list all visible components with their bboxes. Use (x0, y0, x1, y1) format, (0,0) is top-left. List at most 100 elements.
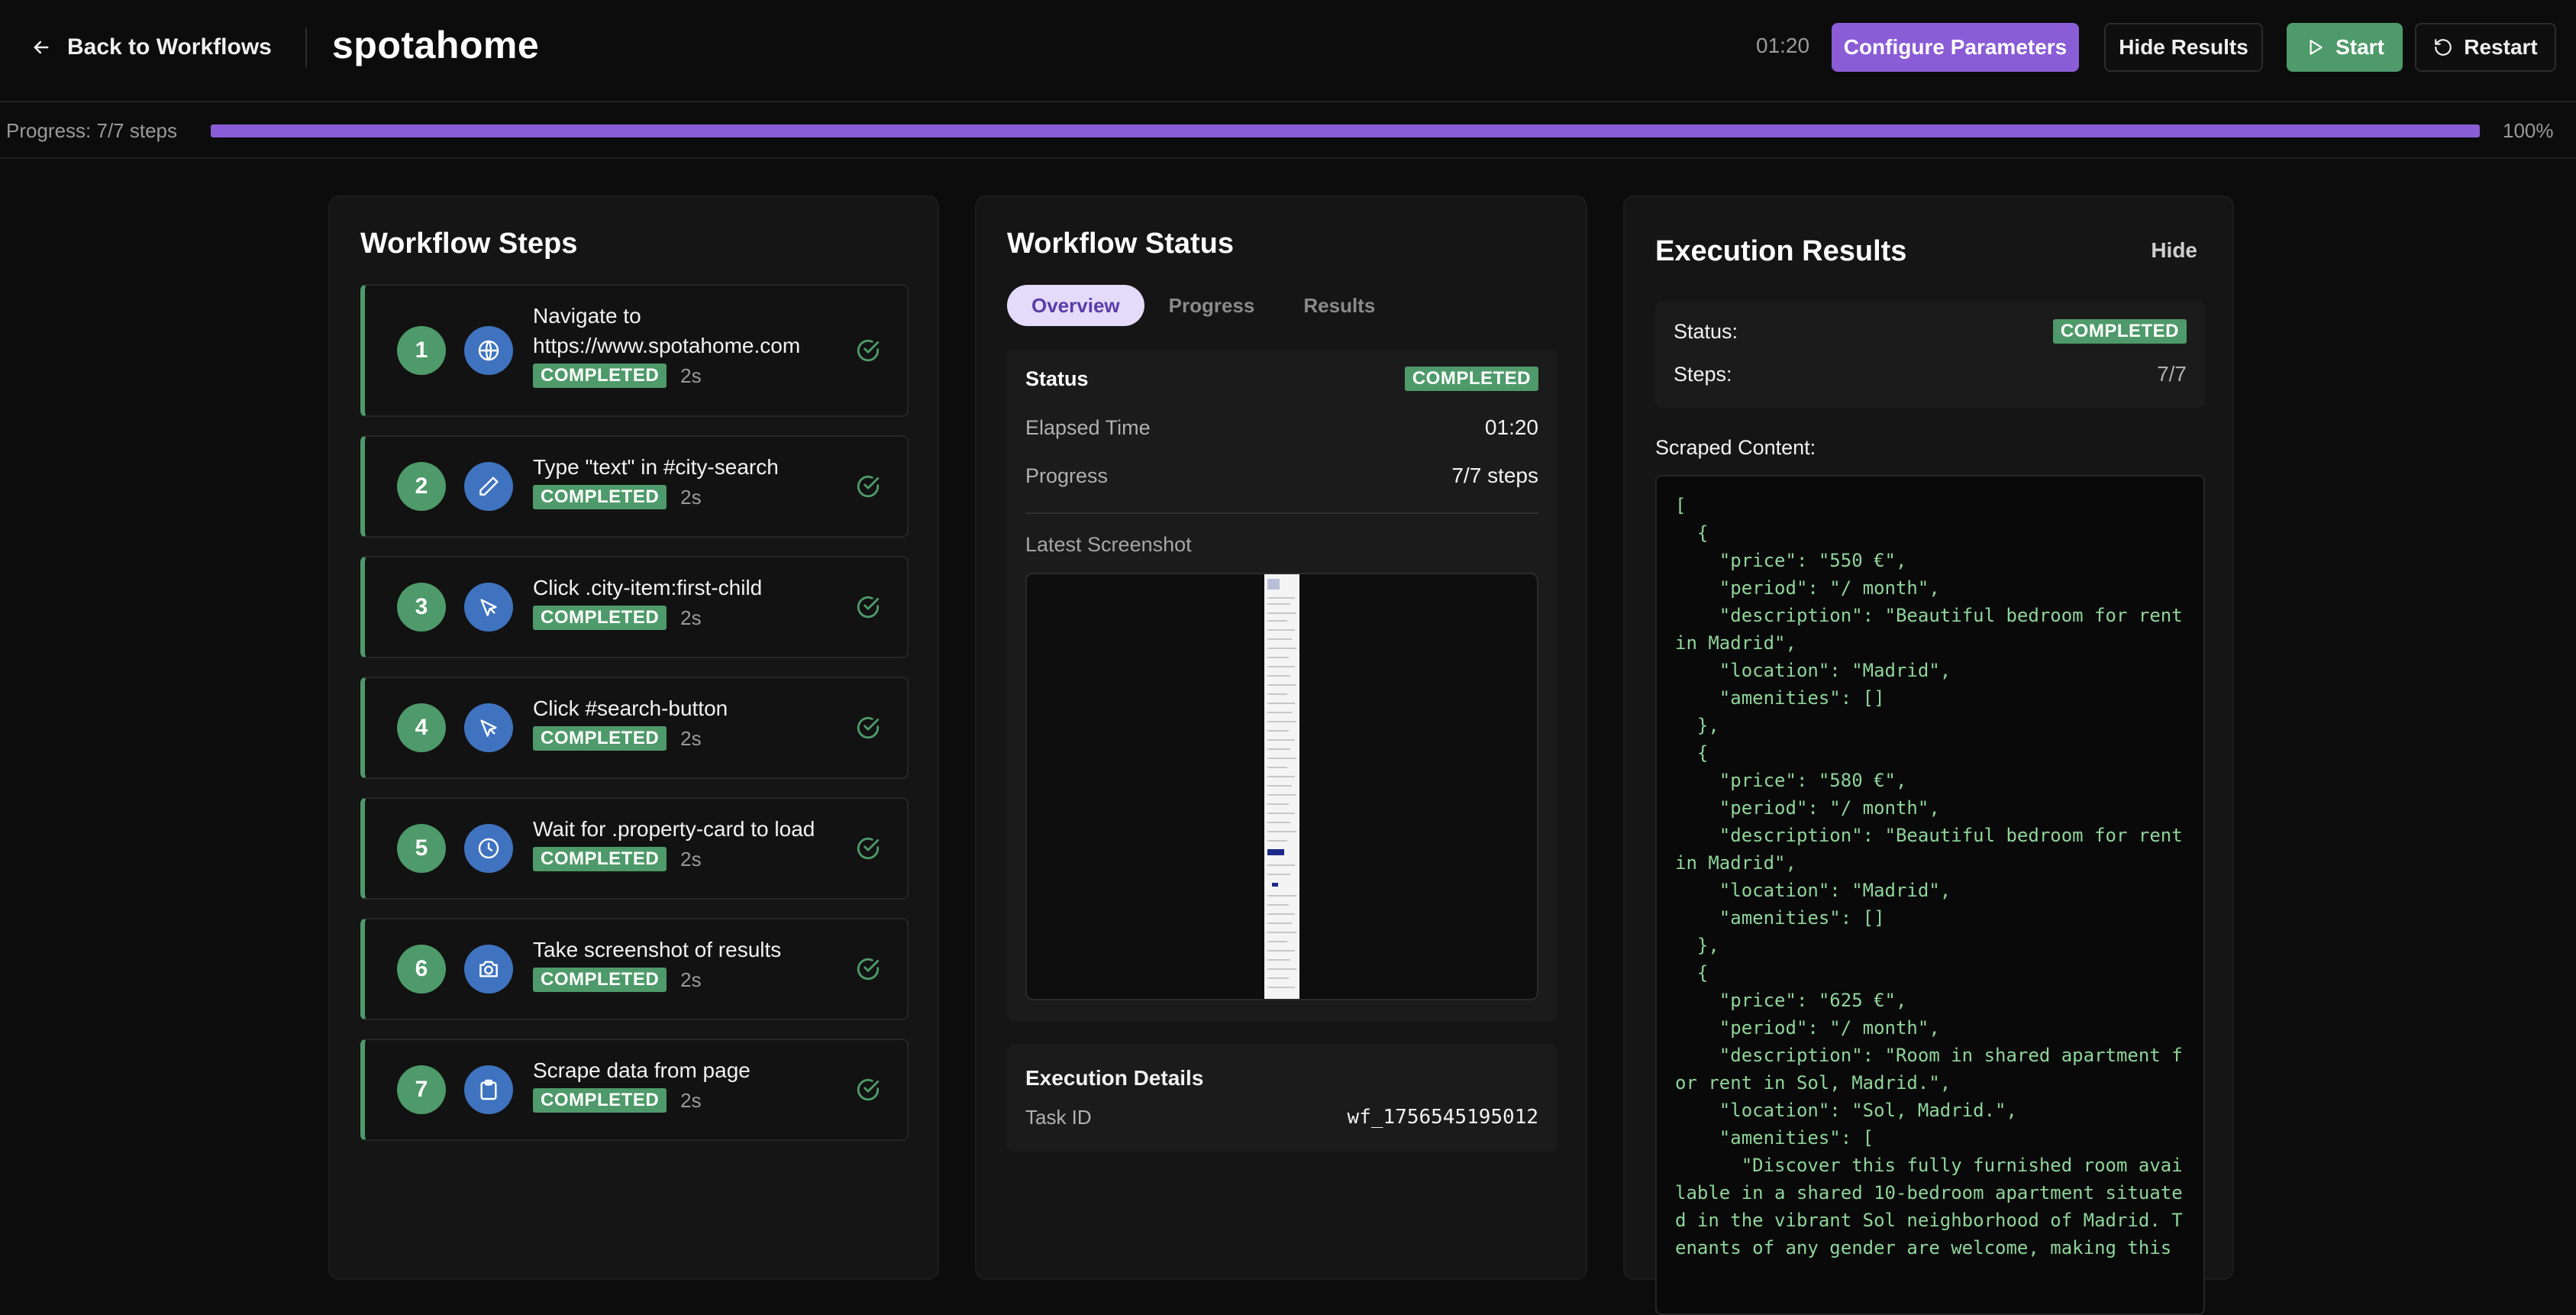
tab-results[interactable]: Results (1279, 285, 1399, 326)
step-duration: 2s (680, 726, 702, 750)
results-steps-label: Steps: (1674, 362, 1732, 386)
step-duration: 2s (680, 606, 702, 629)
step-meta: COMPLETED 2s (533, 726, 838, 751)
cursor-icon (464, 703, 513, 752)
results-steps-value: 7/7 (2157, 362, 2187, 386)
step-number: 1 (397, 326, 446, 375)
results-status-row: Status: COMPLETED (1674, 319, 2187, 344)
hide-results-button[interactable]: Hide Results (2104, 23, 2263, 72)
progress-percent: 100% (2503, 119, 2554, 142)
check-circle-icon (857, 339, 880, 362)
step-duration: 2s (680, 1088, 702, 1112)
step-body: Wait for .property-card to load COMPLETE… (533, 814, 838, 871)
progress-value-status: 7/7 steps (1451, 464, 1538, 487)
step-title: Type "text" in #city-search (533, 455, 779, 479)
status-badge: COMPLETED (533, 485, 667, 509)
step-number: 3 (397, 583, 446, 632)
step-number: 7 (397, 1065, 446, 1114)
step-meta: COMPLETED 2s (533, 847, 838, 871)
step-title: Wait for .property-card to load (533, 817, 815, 841)
step-title: Take screenshot of results (533, 938, 782, 961)
configure-parameters-button[interactable]: Configure Parameters (1832, 23, 2079, 72)
check-circle-icon (857, 958, 880, 981)
status-tabs: Overview Progress Results (1007, 285, 1399, 326)
check-circle-icon (857, 596, 880, 619)
step-meta: COMPLETED 2s (533, 485, 838, 509)
restart-label: Restart (2464, 35, 2538, 59)
step-duration: 2s (680, 363, 702, 387)
status-label: Status (1025, 367, 1089, 390)
arrow-left-icon (34, 40, 49, 54)
results-summary-box: Status: COMPLETED Steps: 7/7 (1655, 301, 2205, 408)
hide-results-label: Hide Results (2119, 35, 2248, 59)
step-meta: COMPLETED 2s (533, 606, 838, 630)
step-body: Take screenshot of results COMPLETED 2s (533, 935, 838, 992)
step-number: 6 (397, 945, 446, 994)
status-badge: COMPLETED (533, 606, 667, 630)
workflow-status-panel: Workflow Status Overview Progress Result… (975, 195, 1587, 1280)
step-title: Click #search-button (533, 696, 728, 720)
scraped-content-box[interactable]: [ { "price": "550 €", "period": "/ month… (1655, 475, 2205, 1315)
step-item[interactable]: 5 Wait for .property-card to load COMPLE… (360, 797, 909, 900)
step-body: Scrape data from page COMPLETED 2s (533, 1055, 838, 1113)
rotate-ccw-icon (2435, 39, 2452, 56)
results-steps-row: Steps: 7/7 (1674, 362, 2187, 386)
camera-icon (464, 945, 513, 994)
execution-details-box: Execution Details Task ID wf_17565451950… (1007, 1045, 1557, 1152)
step-duration: 2s (680, 485, 702, 509)
step-item[interactable]: 4 Click #search-button COMPLETED 2s (360, 677, 909, 779)
check-circle-icon (857, 1078, 880, 1101)
step-number: 5 (397, 824, 446, 873)
step-body: Click .city-item:first-child COMPLETED 2… (533, 573, 838, 630)
step-meta: COMPLETED 2s (533, 1088, 838, 1113)
back-label: Back to Workflows (67, 34, 272, 60)
scraped-content-json: [ { "price": "550 €", "period": "/ month… (1675, 495, 2183, 1258)
progress-row-status: Progress 7/7 steps (1025, 464, 1538, 488)
step-item[interactable]: 7 Scrape data from page COMPLETED 2s (360, 1039, 909, 1141)
step-list: 1 Navigate to https://www.spotahome.com … (360, 284, 909, 1159)
step-item[interactable]: 2 Type "text" in #city-search COMPLETED … (360, 435, 909, 538)
step-title: Click .city-item:first-child (533, 576, 763, 599)
execution-results-panel: Execution Results Hide Status: COMPLETED… (1623, 195, 2234, 1315)
step-item[interactable]: 1 Navigate to https://www.spotahome.com … (360, 284, 909, 417)
progress-bar-fill (211, 124, 2480, 137)
results-status-label: Status: (1674, 319, 1738, 343)
status-overview-box: Status COMPLETED Elapsed Time 01:20 Prog… (1007, 350, 1557, 1022)
clipboard-icon (464, 1065, 513, 1114)
task-id-label: Task ID (1025, 1106, 1092, 1129)
progress-row: Progress: 7/7 steps 100% (0, 104, 2576, 159)
step-duration: 2s (680, 847, 702, 871)
status-row: Status COMPLETED (1025, 367, 1538, 391)
step-duration: 2s (680, 968, 702, 991)
tab-overview[interactable]: Overview (1007, 285, 1144, 326)
step-item[interactable]: 3 Click .city-item:first-child COMPLETED… (360, 556, 909, 658)
step-meta: COMPLETED 2s (533, 968, 838, 992)
elapsed-row: Elapsed Time 01:20 (1025, 415, 1538, 440)
clock-icon (464, 824, 513, 873)
hide-results-link[interactable]: Hide (2151, 238, 2197, 263)
play-icon (2310, 40, 2323, 55)
pencil-icon (464, 462, 513, 511)
start-button[interactable]: Start (2287, 23, 2403, 72)
status-badge: COMPLETED (533, 363, 667, 388)
progress-label: Progress: 7/7 steps (6, 119, 177, 142)
elapsed-value: 01:20 (1484, 415, 1538, 439)
configure-parameters-label: Configure Parameters (1843, 35, 2068, 59)
back-to-workflows-link[interactable]: Back to Workflows (31, 31, 272, 64)
step-body: Navigate to https://www.spotahome.com CO… (533, 301, 838, 388)
task-id-value: wf_1756545195012 (1347, 1106, 1538, 1129)
latest-screenshot[interactable] (1025, 573, 1538, 1000)
tab-progress[interactable]: Progress (1144, 285, 1280, 326)
check-circle-icon (857, 716, 880, 739)
step-item[interactable]: 6 Take screenshot of results COMPLETED 2… (360, 918, 909, 1020)
step-meta: COMPLETED 2s (533, 363, 838, 388)
status-badge: COMPLETED (2052, 319, 2187, 344)
workflow-steps-panel: Workflow Steps 1 Navigate to https://www… (328, 195, 939, 1280)
cursor-icon (464, 583, 513, 632)
start-label: Start (2336, 35, 2384, 59)
page-title: spotahome (332, 24, 540, 66)
restart-button[interactable]: Restart (2415, 23, 2556, 72)
task-id-row: Task ID wf_1756545195012 (1025, 1106, 1538, 1129)
step-body: Type "text" in #city-search COMPLETED 2s (533, 452, 838, 509)
step-body: Click #search-button COMPLETED 2s (533, 693, 838, 751)
